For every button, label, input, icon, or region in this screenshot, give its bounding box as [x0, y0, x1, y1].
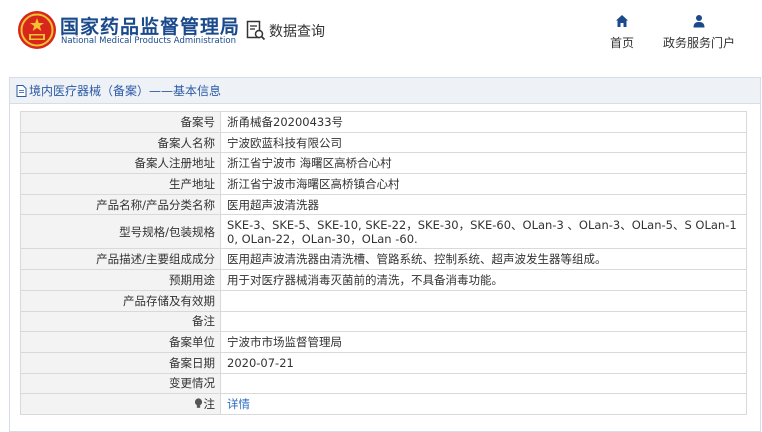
national-emblem-icon — [18, 11, 56, 49]
table-row: 备案人名称 宁波欧蓝科技有限公司 — [20, 131, 747, 154]
row-label: 型号规格/包装规格 — [20, 214, 221, 250]
row-label: 产品存储及有效期 — [20, 289, 221, 312]
site-header: 国家药品监督管理局 National Medical Products Admi… — [0, 0, 762, 66]
row-value: 浙甬械备20200433号 — [220, 111, 747, 133]
row-label: 产品名称/产品分类名称 — [20, 193, 221, 216]
row-label: 注 — [203, 397, 216, 412]
table-row: 备案人注册地址 浙江省宁波市 海曙区高桥合心村 — [20, 152, 747, 175]
info-table: 备案号 浙甬械备20200433号 备案人名称 宁波欧蓝科技有限公司 备案人注册… — [20, 111, 747, 415]
row-value: 医用超声波清洗器 — [220, 193, 747, 216]
panel-title: 境内医疗器械（备案）——基本信息 — [10, 78, 760, 104]
row-value: 2020-07-21 — [220, 351, 747, 374]
row-value — [220, 289, 747, 312]
details-link[interactable]: 详情 — [227, 397, 250, 411]
row-value: 用于对医疗器械消毒灭菌前的清洗，不具备消毒功能。 — [220, 269, 747, 291]
table-row: 备案单位 宁波市市场监督管理局 — [20, 331, 747, 353]
row-label: 预期用途 — [20, 269, 221, 291]
row-value: 宁波欧蓝科技有限公司 — [220, 131, 747, 154]
row-label: 备案号 — [20, 111, 221, 133]
table-row: 备案日期 2020-07-21 — [20, 351, 747, 374]
table-row: 注 详情 — [20, 393, 747, 415]
site-name-en: National Medical Products Administration — [61, 36, 236, 46]
table-row: 备注 — [20, 310, 747, 333]
home-icon — [616, 15, 628, 27]
row-label: 变更情况 — [20, 372, 221, 395]
row-label: 备案人注册地址 — [20, 152, 221, 175]
nav-home-label: 首页 — [609, 36, 634, 50]
row-label: 备注 — [20, 310, 221, 333]
table-row: 预期用途 用于对医疗器械消毒灭菌前的清洗，不具备消毒功能。 — [20, 269, 747, 291]
info-panel: 境内医疗器械（备案）——基本信息 备案号 浙甬械备20200433号 备案人名称… — [9, 77, 761, 432]
row-value: 详情 — [220, 393, 747, 415]
row-label: 生产地址 — [20, 173, 221, 195]
user-icon — [693, 15, 705, 28]
doc-icon — [16, 84, 27, 97]
table-row: 型号规格/包装规格 SKE-3、SKE-5、SKE-10, SKE-22，SKE… — [20, 214, 747, 250]
table-row: 产品描述/主要组成成分 医用超声波清洗器由清洗槽、管路系统、控制系统、超声波发生… — [20, 248, 747, 271]
note-label-cell: 注 — [20, 393, 221, 415]
row-value: 浙江省宁波市 海曙区高桥合心村 — [220, 152, 747, 175]
data-query-label: 数据查询 — [269, 24, 325, 40]
row-label: 产品描述/主要组成成分 — [20, 248, 221, 271]
nav-portal-label: 政务服务门户 — [662, 36, 735, 50]
table-row: 变更情况 — [20, 372, 747, 395]
lightbulb-icon — [194, 398, 202, 408]
nav-portal[interactable]: 政务服务门户 — [658, 14, 740, 51]
table-row: 生产地址 浙江省宁波市海曙区高桥镇合心村 — [20, 173, 747, 195]
row-value — [220, 310, 747, 333]
row-value: 浙江省宁波市海曙区高桥镇合心村 — [220, 173, 747, 195]
row-label: 备案单位 — [20, 331, 221, 353]
site-name-cn: 国家药品监督管理局 — [60, 16, 241, 38]
table-row: 备案号 浙甬械备20200433号 — [20, 111, 747, 133]
row-label: 备案人名称 — [20, 131, 221, 154]
nav-home[interactable]: 首页 — [604, 14, 640, 51]
panel-title-text: 境内医疗器械（备案）——基本信息 — [29, 84, 222, 98]
row-value: 宁波市市场监督管理局 — [220, 331, 747, 353]
data-query-link[interactable]: 数据查询 — [246, 20, 325, 42]
row-value: 医用超声波清洗器由清洗槽、管路系统、控制系统、超声波发生器等组成。 — [220, 248, 747, 271]
search-doc-icon — [246, 20, 266, 41]
row-label: 备案日期 — [20, 351, 221, 374]
row-value: SKE-3、SKE-5、SKE-10, SKE-22，SKE-30，SKE-60… — [220, 214, 747, 250]
table-row: 产品存储及有效期 — [20, 289, 747, 312]
row-value — [220, 372, 747, 395]
table-row: 产品名称/产品分类名称 医用超声波清洗器 — [20, 193, 747, 216]
